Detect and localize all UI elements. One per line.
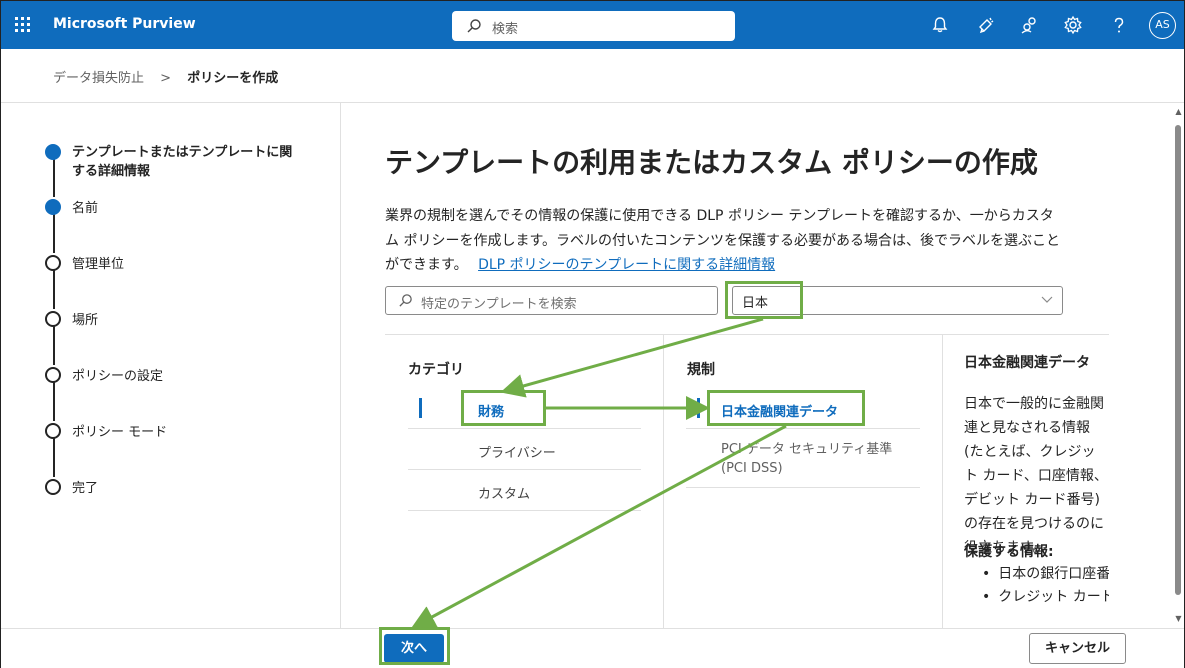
highlight-category-finance — [461, 390, 546, 426]
step-status-icon — [45, 144, 61, 160]
template-search-input[interactable]: 特定のテンプレートを検索 — [385, 286, 718, 315]
regulation-header: 規制 — [687, 362, 715, 378]
category-header: カテゴリ — [408, 362, 464, 378]
step-label: 完了 — [72, 481, 99, 496]
description-line: 業界の規制を選んでその情報の保護に使用できる DLP ポリシー テンプレートを確… — [385, 208, 1054, 224]
highlight-regulation — [707, 390, 865, 426]
avatar[interactable]: AS — [1149, 12, 1176, 39]
step-label: ポリシーの設定 — [72, 369, 164, 384]
description-line: ム ポリシーを作成します。ラベルの付いたコンテンツを保護する必要がある場合は、後… — [385, 232, 1061, 249]
help-icon[interactable] — [1109, 15, 1129, 35]
regulation-column: 規制 日本金融関連データ PCI データ セキュリティ基準 (PCI DSS) — [664, 335, 943, 628]
highlight-region-dropdown — [725, 281, 803, 319]
step-connector — [53, 381, 55, 421]
step-status-icon — [45, 199, 61, 215]
regulation-item-pci-dss[interactable]: PCI データ セキュリティ基準 (PCI DSS) — [686, 430, 920, 488]
bell-icon[interactable] — [930, 15, 950, 35]
protected-info-list: 日本の銀行口座番号 クレジット カード番号 — [982, 563, 1109, 609]
list-item: 日本の銀行口座番号 — [982, 563, 1109, 586]
step-status-icon — [45, 423, 61, 439]
cancel-button[interactable]: キャンセル — [1029, 633, 1126, 664]
top-bar: Microsoft Purview 検索 AS — [1, 1, 1184, 49]
vertical-scrollbar[interactable]: ▲ ▼ — [1173, 103, 1184, 627]
global-search-input[interactable]: 検索 — [452, 11, 735, 41]
step-label: 名前 — [72, 201, 99, 216]
learn-more-link[interactable]: DLP ポリシーのテンプレートに関する詳細情報 — [478, 257, 775, 273]
page-description: 業界の規制を選んでその情報の保護に使用できる DLP ポリシー テンプレートを確… — [385, 204, 1111, 278]
page-title: テンプレートの利用またはカスタム ポリシーの作成 — [385, 146, 1038, 179]
selection-indicator — [697, 398, 700, 418]
step-connector — [53, 159, 55, 197]
scrollbar-thumb[interactable] — [1175, 125, 1181, 595]
list-item: クレジット カード番号 — [982, 586, 1109, 609]
people-settings-icon[interactable] — [1019, 15, 1039, 35]
scroll-down-icon[interactable]: ▼ — [1173, 614, 1184, 623]
app-launcher-icon[interactable] — [15, 17, 31, 33]
template-search-placeholder: 特定のテンプレートを検索 — [421, 297, 577, 312]
category-column: カテゴリ 財務 プライバシー カスタム — [385, 335, 664, 628]
scroll-up-icon[interactable]: ▲ — [1173, 107, 1184, 116]
selection-indicator — [419, 398, 422, 418]
category-item-privacy[interactable]: プライバシー — [408, 430, 641, 470]
breadcrumb-current: ポリシーを作成 — [187, 71, 279, 86]
brand-name[interactable]: Microsoft Purview — [53, 16, 196, 32]
step-status-icon — [45, 255, 61, 271]
description-line: ができます。 DLP ポリシーのテンプレートに関する詳細情報 — [385, 257, 776, 273]
step-label: 場所 — [72, 313, 99, 328]
step-label: ポリシー モード — [72, 425, 168, 440]
detail-description: 日本で一般的に金融関連と見なされる情報 (たとえば、クレジット カード、口座情報… — [964, 396, 1108, 556]
step-status-icon — [45, 311, 61, 327]
search-placeholder: 検索 — [492, 22, 519, 37]
step-connector — [53, 269, 55, 309]
detail-title: 日本金融関連データ — [964, 355, 1090, 371]
gear-icon[interactable] — [1063, 15, 1083, 35]
wizard-steps: テンプレートまたはテンプレートに関する詳細情報 名前 管理単位 場所 ポリシーの… — [1, 103, 341, 628]
step-connector — [53, 325, 55, 365]
megaphone-icon[interactable] — [976, 15, 996, 35]
step-connector — [53, 213, 55, 253]
breadcrumb-parent[interactable]: データ損失防止 — [53, 71, 144, 86]
step-connector — [53, 437, 55, 477]
wizard-footer: 次へ キャンセル — [1, 628, 1184, 668]
category-item-custom[interactable]: カスタム — [408, 471, 641, 511]
step-status-icon — [45, 479, 61, 495]
search-icon — [399, 294, 412, 307]
step-label: テンプレートまたはテンプレートに関する詳細情報 — [72, 145, 293, 179]
breadcrumb: データ損失防止 > ポリシーを作成 — [53, 67, 278, 87]
step-label: 管理単位 — [72, 257, 125, 272]
search-icon — [467, 19, 481, 33]
chevron-down-icon — [1041, 296, 1053, 303]
chevron-right-icon: > — [160, 71, 172, 86]
template-detail-pane: 日本金融関連データ 日本で一般的に金融関連と見なされる情報 (たとえば、クレジッ… — [964, 335, 1109, 628]
highlight-next-button — [379, 627, 450, 665]
detail-protects-label: 保護する情報: — [964, 544, 1054, 560]
step-status-icon — [45, 367, 61, 383]
